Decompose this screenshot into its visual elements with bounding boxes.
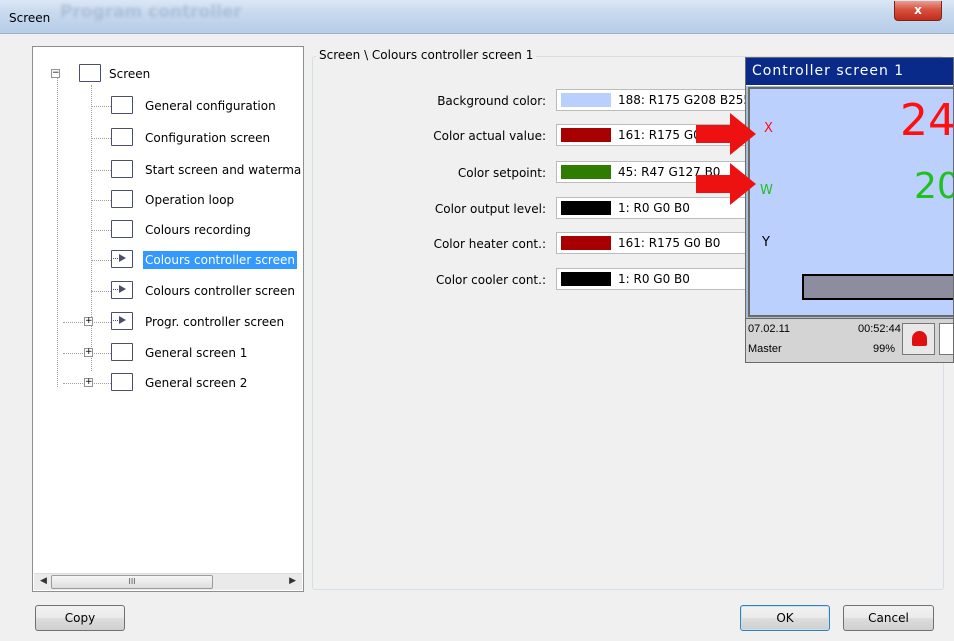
status-extra-box [939, 323, 953, 355]
scroll-grip: III [128, 577, 136, 586]
horizontal-scrollbar[interactable]: ◀ III ▶ [34, 573, 302, 590]
controller-screen-preview: Controller screen 1 X 24 W 20 Y 07.02.11… [745, 57, 954, 363]
scroll-right-icon[interactable]: ▶ [289, 576, 296, 586]
background-color-label: Background color: [437, 94, 546, 108]
expand-icon[interactable]: + [84, 348, 93, 357]
status-time: 00:52:44 [858, 323, 901, 335]
screen-icon [111, 96, 133, 114]
title-bar: Program controller Screen x [0, 0, 954, 34]
setpoint-color-label: Color setpoint: [457, 166, 546, 180]
cancel-button[interactable]: Cancel [843, 605, 934, 631]
alarm-bell-icon [912, 331, 927, 346]
color-swatch [561, 128, 611, 142]
screen-icon [111, 343, 133, 361]
color-swatch [561, 201, 611, 215]
heater-cont-color-picker[interactable]: 161: R175 G0 B0 [556, 232, 756, 254]
setpoint-letter: W [760, 183, 773, 198]
cooler-cont-color-picker[interactable]: 1: R0 G0 B0 [556, 268, 756, 290]
tree-item-label: Colours recording [145, 223, 251, 237]
scroll-thumb[interactable]: III [51, 575, 213, 589]
copy-button[interactable]: Copy [35, 605, 125, 631]
preview-status-bar: 07.02.11 00:52:44 Master 99% [746, 318, 953, 362]
color-value: 188: R175 G208 B255 [618, 93, 751, 107]
breadcrumb: Screen \ Colours controller screen 1 [316, 48, 537, 62]
color-value: 1: R0 G0 B0 [618, 272, 690, 286]
expand-icon[interactable]: + [84, 378, 93, 387]
actual-value-display: 24 [900, 95, 954, 146]
color-swatch [561, 272, 611, 286]
status-user: Master [748, 343, 782, 355]
tree-item-label: Configuration screen [145, 131, 271, 145]
preview-title: Controller screen 1 [752, 63, 905, 79]
status-percent: 99% [873, 343, 896, 355]
tree-item-label: Colours controller screen [143, 251, 297, 269]
color-swatch [561, 236, 611, 250]
title-ghost-text: Program controller [60, 2, 242, 22]
heater-cont-color-label: Color heater cont.: [433, 237, 546, 251]
controller-screen-icon [111, 312, 133, 330]
tree-connector [91, 260, 111, 261]
tree-item-label: General screen 2 [145, 376, 248, 390]
arrow-to-actual-value-icon [696, 113, 756, 155]
screen-icon [111, 220, 133, 238]
close-button[interactable]: x [894, 1, 942, 21]
screen-icon [79, 64, 101, 82]
tree-connector [91, 106, 111, 107]
window-title: Screen [9, 11, 51, 25]
close-icon: x [914, 3, 922, 17]
ok-button[interactable]: OK [740, 605, 830, 631]
scroll-left-icon[interactable]: ◀ [40, 576, 47, 586]
tree-connector [57, 77, 58, 387]
screen-icon [111, 160, 133, 178]
output-level-bar [802, 274, 953, 300]
tree-item-label: General screen 1 [145, 346, 248, 360]
tree-connector [91, 200, 111, 201]
arrow-to-setpoint-icon [696, 163, 756, 205]
color-swatch [561, 165, 611, 179]
screen-icon [111, 128, 133, 146]
color-value: 161: R175 G0 B0 [618, 236, 721, 250]
tree-item-label: Screen [109, 67, 151, 81]
tree-connector [91, 230, 111, 231]
output-level-letter: Y [762, 235, 770, 250]
output-level-color-label: Color output level: [434, 202, 546, 216]
collapse-icon[interactable]: − [51, 69, 60, 78]
tree-connector [91, 291, 111, 292]
preview-header: Controller screen 1 [746, 58, 953, 86]
screen-icon [111, 373, 133, 391]
tree-item-label: Colours controller screen [145, 284, 295, 298]
controller-screen-icon [111, 250, 133, 268]
actual-value-letter: X [764, 121, 773, 136]
tree-item-label: Operation loop [145, 193, 235, 207]
tree-item-label: Start screen and waterma [145, 163, 302, 177]
controller-screen-icon [111, 281, 133, 299]
background-color-picker[interactable]: 188: R175 G208 B255 [556, 89, 756, 111]
tree-connector [91, 85, 92, 371]
actual-value-color-label: Color actual value: [433, 129, 546, 143]
tree-connector [91, 138, 111, 139]
screen-tree[interactable]: − Screen General configuration Configura… [32, 46, 304, 592]
screen-icon [111, 190, 133, 208]
alarm-button [902, 323, 935, 355]
cooler-cont-color-label: Color cooler cont.: [436, 273, 546, 287]
tree-connector [91, 170, 111, 171]
color-swatch [561, 93, 611, 107]
tree-item-label: General configuration [145, 99, 276, 113]
color-value: 1: R0 G0 B0 [618, 201, 690, 215]
expand-icon[interactable]: + [84, 317, 93, 326]
status-date: 07.02.11 [748, 323, 791, 335]
setpoint-display: 20 [914, 166, 953, 207]
tree-item-label: Progr. controller screen [145, 315, 285, 329]
